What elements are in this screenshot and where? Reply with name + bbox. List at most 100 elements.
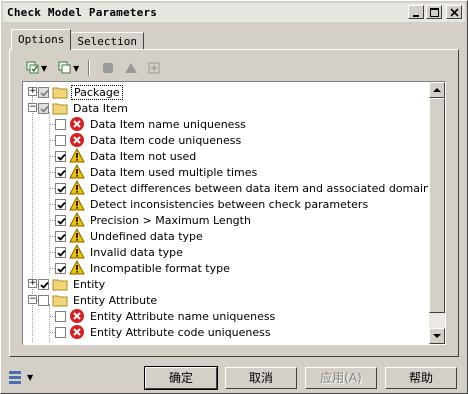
warning-icon [69, 195, 85, 212]
tree-folder-row[interactable]: Package [38, 84, 123, 100]
tree-checkbox[interactable] [55, 134, 66, 146]
collapse-icon[interactable]: − [28, 103, 37, 112]
tree-check-row[interactable]: Data Item not used [55, 147, 198, 164]
tree-line [49, 304, 50, 343]
tree-line [32, 96, 33, 343]
add-button[interactable] [147, 59, 161, 77]
tree-folder-row[interactable]: Entity [38, 276, 107, 292]
tree-item-label: Data Item [73, 101, 128, 115]
ok-button-label: 确定 [168, 371, 193, 385]
scroll-up-button[interactable] [429, 82, 445, 98]
apply-button[interactable]: 应用(A) [305, 367, 377, 389]
tree-folder-row[interactable]: Entity Attribute [38, 292, 159, 308]
error-icon [69, 116, 85, 132]
tree-check-row[interactable]: Entity Attribute code uniqueness [55, 324, 273, 340]
tab-options[interactable]: Options [11, 29, 72, 50]
warning-icon [69, 243, 85, 260]
tree-check-row[interactable]: Precision > Maximum Length [55, 211, 253, 228]
tree-checkbox[interactable] [38, 294, 49, 306]
tree-item-label: Incompatible format type [90, 261, 230, 275]
tree-item-label: Entity Attribute [73, 293, 158, 307]
maximize-icon [430, 8, 439, 17]
tree-checkbox[interactable] [55, 230, 66, 242]
help-button-label: 帮助 [408, 371, 433, 385]
tree-checkbox[interactable] [55, 166, 66, 178]
tree-check-row[interactable]: Detect inconsistencies between check par… [55, 195, 370, 212]
deselect-dropdown[interactable]: ▼ [58, 59, 79, 77]
add-icon [148, 62, 160, 74]
error-icon [69, 132, 85, 148]
tree-item-label: Data Item not used [90, 149, 197, 163]
tree-checkbox[interactable] [55, 198, 66, 210]
tree-checkbox[interactable] [55, 214, 66, 226]
tree-checkbox[interactable] [55, 326, 66, 338]
warning-icon [69, 227, 85, 244]
expand-icon[interactable]: + [28, 279, 37, 288]
tree-check-row[interactable]: Entity Attribute name uniqueness [55, 308, 277, 324]
tree-checkbox[interactable] [55, 118, 66, 130]
caption-buttons [408, 5, 462, 19]
check-model-parameters-dialog: Check Model Parameters Options Selection [0, 0, 468, 394]
warning-icon [69, 259, 85, 276]
triangle-button[interactable] [124, 59, 138, 77]
tree-item-label: Undefined data type [90, 229, 203, 243]
scroll-thumb[interactable] [429, 98, 445, 313]
list-options-icon [9, 371, 21, 384]
deselect-icon [58, 61, 71, 74]
title-bar[interactable]: Check Model Parameters [3, 3, 465, 22]
tree-checkbox[interactable] [38, 278, 49, 290]
tree-checkbox[interactable] [55, 262, 66, 274]
vertical-scrollbar[interactable] [429, 82, 445, 344]
tree-item-label: Detect differences between data item and… [90, 181, 428, 195]
ok-button[interactable]: 确定 [144, 366, 218, 390]
cancel-button[interactable]: 取消 [225, 367, 297, 389]
apply-button-label: 应用(A) [320, 371, 362, 385]
tree-line [49, 112, 50, 273]
minimize-icon [413, 15, 419, 17]
select-all-dropdown[interactable]: ▼ [26, 59, 47, 77]
tree-item-label: Invalid data type [90, 245, 183, 259]
tree-check-row[interactable]: Undefined data type [55, 227, 205, 244]
tree-checkbox[interactable] [38, 86, 49, 98]
tree-check-row[interactable]: Invalid data type [55, 243, 185, 260]
check-tree[interactable]: + Package − Data Item Data Item name uniquen… [22, 81, 446, 345]
tree-check-row[interactable]: Data Item code uniqueness [55, 132, 243, 148]
tree-check-row[interactable]: Data Item used multiple times [55, 163, 259, 180]
tree-item-label: Entity Attribute name uniqueness [90, 309, 276, 323]
cancel-button-label: 取消 [248, 371, 273, 385]
stop-button[interactable] [101, 59, 115, 77]
stop-icon [103, 63, 114, 73]
warning-icon [69, 211, 85, 228]
tree-check-row[interactable]: Data Item name uniqueness [55, 116, 248, 132]
triangle-icon [125, 63, 138, 73]
scroll-down-icon [433, 334, 441, 338]
toolbar-separator [88, 60, 91, 76]
window-title: Check Model Parameters [7, 6, 158, 19]
maximize-button[interactable] [426, 5, 442, 19]
folder-icon [52, 292, 68, 308]
warning-icon [69, 163, 85, 180]
chevron-down-icon: ▼ [73, 63, 80, 73]
chevron-down-icon: ▼ [27, 372, 34, 382]
tree-folder-row[interactable]: Data Item [38, 100, 130, 116]
expand-icon[interactable]: + [28, 87, 37, 96]
folder-icon [52, 100, 68, 116]
tree-checkbox[interactable] [38, 102, 49, 114]
tree-checkbox[interactable] [55, 182, 66, 194]
close-button[interactable] [446, 5, 462, 19]
options-menu-button[interactable]: ▼ [7, 369, 33, 385]
close-icon [450, 8, 459, 17]
tree-check-row[interactable]: Detect differences between data item and… [55, 179, 428, 196]
tree-item-label: Entity [73, 277, 106, 291]
minimize-button[interactable] [408, 5, 424, 19]
scroll-down-button[interactable] [429, 328, 445, 344]
tab-selection[interactable]: Selection [71, 32, 144, 50]
collapse-icon[interactable]: − [28, 295, 37, 304]
tree-checkbox[interactable] [55, 150, 66, 162]
tree-checkbox[interactable] [55, 310, 66, 322]
help-button[interactable]: 帮助 [385, 367, 457, 389]
tree-checkbox[interactable] [55, 246, 66, 258]
scroll-up-icon [433, 88, 441, 92]
tree-check-row[interactable]: Incompatible format type [55, 259, 232, 276]
select-all-icon [26, 61, 39, 74]
